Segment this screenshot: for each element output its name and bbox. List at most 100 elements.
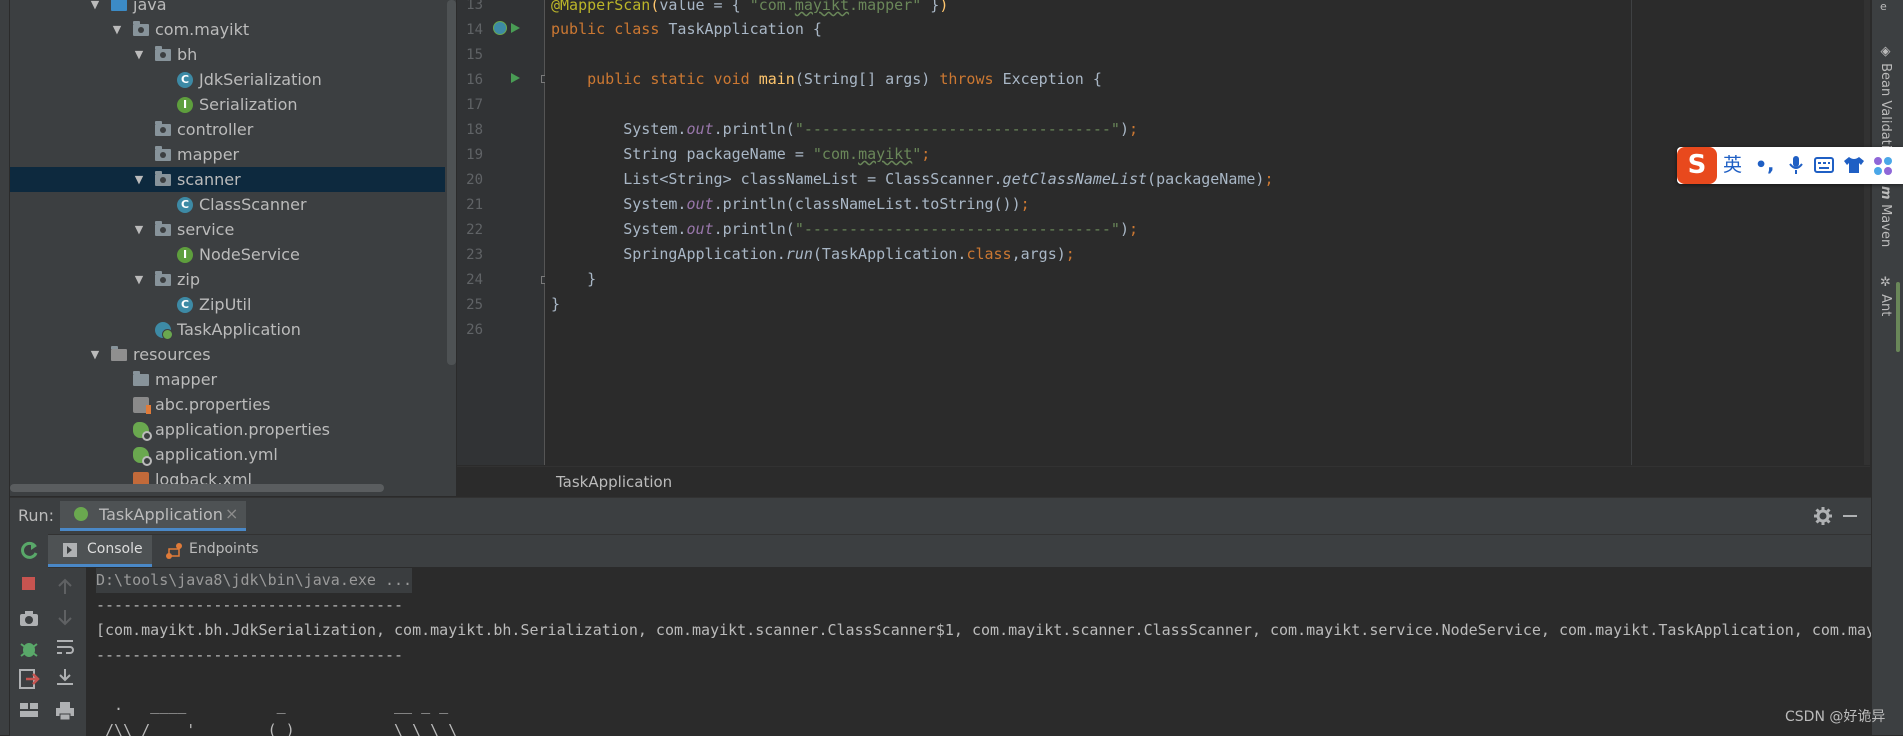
run-tool-window[interactable]: Run: TaskApplication × Console Endpoints… — [10, 497, 1871, 736]
line-number: 15 — [466, 47, 483, 63]
tree-item[interactable]: ▼ scanner — [10, 167, 445, 192]
line-number: 22 — [466, 222, 483, 238]
tree-item[interactable]: C ClassScanner — [10, 192, 456, 217]
code-editor[interactable]: @MapperScan(value = { "com.mayikt.mapper… — [545, 0, 1870, 465]
run-label: Run: — [18, 506, 55, 525]
scroll-up-icon[interactable] — [54, 576, 76, 598]
tree-item[interactable]: abc.properties — [10, 392, 456, 417]
tree-item[interactable]: TaskApplication — [10, 317, 456, 342]
breadcrumb-item[interactable]: TaskApplication — [556, 473, 672, 491]
expand-arrow-icon[interactable]: ▼ — [88, 0, 102, 17]
tree-item[interactable]: ▼ resources — [10, 342, 456, 367]
console-line: D:\tools\java8\jdk\bin\java.exe ... — [96, 568, 413, 593]
print-icon[interactable] — [54, 700, 76, 722]
gear-icon[interactable] — [1814, 507, 1832, 525]
expand-arrow-icon[interactable]: ▼ — [132, 167, 146, 192]
code-line-24: } — [551, 270, 597, 288]
toolbox-icon[interactable] — [1873, 156, 1893, 176]
ant-tab[interactable]: ✲ Ant — [1878, 275, 1893, 316]
rerun-icon[interactable] — [18, 540, 40, 562]
camera-icon[interactable] — [18, 608, 40, 630]
watermark: CSDN @好诡异 — [1785, 709, 1886, 725]
package-icon — [155, 171, 171, 186]
console-line: [com.mayikt.bh.JdkSerialization, com.may… — [96, 621, 1871, 639]
tree-item-label: ZipUtil — [199, 295, 252, 314]
tree-item[interactable]: ▼ bh — [10, 42, 456, 67]
tree-item[interactable]: application.properties — [10, 417, 456, 442]
tree-item[interactable]: I Serialization — [10, 92, 456, 117]
tree-item[interactable]: C JdkSerialization — [10, 67, 456, 92]
folder-icon — [133, 371, 149, 386]
right-tool-stripe: e ◈ Bean Validation m Maven ✲ Ant — [1871, 0, 1903, 735]
tree-item[interactable]: ▼ zip — [10, 267, 456, 292]
code-line-14: public class TaskApplication { — [551, 20, 822, 38]
scroll-down-icon[interactable] — [54, 606, 76, 628]
expand-arrow-icon[interactable]: ▼ — [132, 217, 146, 242]
package-icon — [133, 21, 149, 36]
tree-item[interactable]: application.yml — [10, 442, 456, 467]
close-icon[interactable]: × — [225, 504, 238, 523]
interface-icon: I — [177, 97, 193, 113]
tree-item-label: mapper — [177, 145, 240, 164]
console-tab[interactable]: Console — [48, 535, 152, 567]
ime-toolbar[interactable]: S 英 •, — [1677, 147, 1903, 184]
debug-bug-icon[interactable] — [18, 638, 40, 660]
minimize-icon[interactable] — [1843, 515, 1857, 517]
tree-item-label: ClassScanner — [199, 195, 307, 214]
editor-gutter[interactable]: 13 14 15 16 17 18 19 20 21 22 23 24 25 26 — [457, 0, 549, 465]
project-tree[interactable]: ▼ java ▼ com.mayikt ▼ bh C JdkSerialization I Ser… — [10, 0, 456, 496]
console-output[interactable]: D:\tools\java8\jdk\bin\java.exe ... -----… — [86, 567, 1871, 736]
spring-config-file-icon — [133, 447, 152, 466]
run-main-gutter-icon[interactable] — [511, 73, 520, 83]
tree-item[interactable]: mapper — [10, 142, 456, 167]
soft-wrap-icon[interactable] — [54, 636, 76, 658]
microphone-icon[interactable] — [1789, 155, 1803, 175]
source-folder-icon — [111, 0, 127, 11]
layout-icon[interactable] — [18, 698, 40, 720]
code-line-19: String packageName = "com.mayikt"; — [551, 145, 931, 163]
run-gutter-icon[interactable] — [511, 23, 520, 33]
line-number: 23 — [466, 247, 483, 263]
expand-arrow-icon[interactable]: ▼ — [132, 267, 146, 292]
scroll-to-end-icon[interactable] — [54, 666, 76, 688]
console-line: /\\ / ___'_ __ _ _(_)_ __ __ _ \ \ \ \ — [96, 721, 458, 736]
expand-arrow-icon[interactable]: ▼ — [110, 17, 124, 42]
maven-tab[interactable]: m Maven — [1878, 186, 1893, 247]
ime-language-toggle[interactable]: 英 — [1723, 153, 1742, 178]
package-icon — [155, 221, 171, 236]
breadcrumb[interactable]: TaskApplication — [457, 466, 1870, 497]
spring-bean-gutter-icon[interactable] — [493, 21, 507, 35]
tree-item[interactable]: controller — [10, 117, 456, 142]
console-line: ---------------------------------- — [96, 596, 404, 614]
run-subtabs: Console Endpoints — [48, 534, 1871, 568]
run-config-tab[interactable]: TaskApplication × — [60, 501, 246, 531]
project-tree-horizontal-scrollbar[interactable] — [10, 484, 384, 492]
exit-icon[interactable] — [18, 668, 40, 690]
interface-icon: I — [177, 247, 193, 263]
tree-item[interactable]: ▼ java — [10, 0, 456, 17]
keyboard-icon[interactable] — [1814, 157, 1834, 173]
ime-punctuation-toggle[interactable]: •, — [1755, 153, 1774, 178]
tree-item[interactable]: ▼ service — [10, 217, 456, 242]
line-number: 14 — [466, 22, 483, 38]
line-number: 18 — [466, 122, 483, 138]
tree-item[interactable]: I NodeService — [10, 242, 456, 267]
tree-item[interactable]: ▼ com.mayikt — [10, 17, 456, 42]
sogou-logo-icon[interactable]: S — [1677, 147, 1717, 184]
tree-item[interactable]: C ZipUtil — [10, 292, 456, 317]
tree-item[interactable]: mapper — [10, 367, 456, 392]
endpoints-tab[interactable]: Endpoints — [166, 535, 266, 567]
left-tool-stripe — [0, 0, 10, 735]
tree-item-label: JdkSerialization — [199, 70, 322, 89]
console-tab-label: Console — [87, 541, 143, 557]
stop-icon[interactable] — [22, 577, 35, 590]
properties-file-icon — [133, 397, 151, 414]
tree-item-label: scanner — [177, 170, 241, 189]
expand-arrow-icon[interactable]: ▼ — [88, 342, 102, 367]
project-tree-vertical-scrollbar[interactable] — [447, 0, 456, 365]
package-icon — [155, 271, 171, 286]
console-icon — [63, 543, 77, 557]
expand-arrow-icon[interactable]: ▼ — [132, 42, 146, 67]
skin-shirt-icon[interactable] — [1843, 156, 1865, 174]
editor-scrollbar[interactable] — [1864, 0, 1870, 465]
